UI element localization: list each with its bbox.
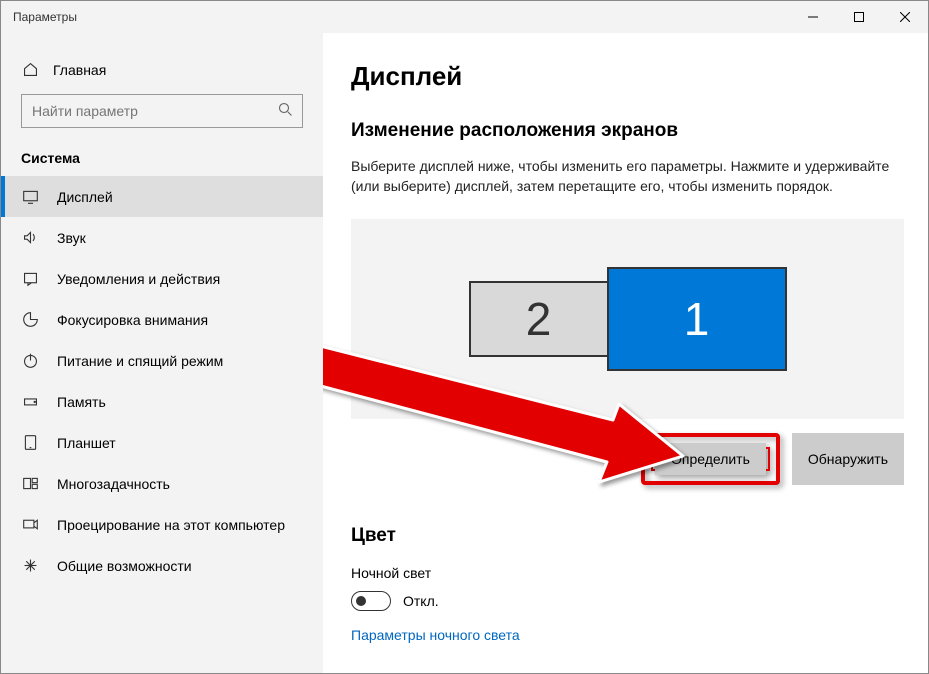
project-icon <box>21 516 39 533</box>
color-heading: Цвет <box>351 525 904 547</box>
sidebar-section-label: Система <box>1 146 323 176</box>
notifications-icon <box>21 270 39 287</box>
sidebar-item-display[interactable]: Дисплей <box>1 176 323 217</box>
arrangement-buttons: Определить Обнаружить <box>351 433 904 485</box>
annotation-highlight: Определить <box>641 433 780 485</box>
titlebar-controls <box>790 1 928 33</box>
sidebar-item-sound[interactable]: Звук <box>1 217 323 258</box>
search-container <box>21 94 303 128</box>
sidebar-home-label: Главная <box>53 62 106 78</box>
display-icon <box>21 188 39 205</box>
sidebar-item-focus[interactable]: Фокусировка внимания <box>1 299 323 340</box>
window-title: Параметры <box>13 10 77 24</box>
minimize-button[interactable] <box>790 1 836 33</box>
sidebar-item-label: Многозадачность <box>57 476 170 492</box>
sidebar-item-tablet[interactable]: Планшет <box>1 422 323 463</box>
monitor-1[interactable]: 1 <box>607 267 787 371</box>
sidebar-item-label: Звук <box>57 230 86 246</box>
home-icon <box>21 61 39 78</box>
sidebar-item-label: Уведомления и действия <box>57 271 220 287</box>
shared-icon <box>21 557 39 574</box>
sidebar-item-label: Питание и спящий режим <box>57 353 223 369</box>
sidebar-home[interactable]: Главная <box>1 53 323 94</box>
sidebar-item-power[interactable]: Питание и спящий режим <box>1 340 323 381</box>
sidebar-item-project[interactable]: Проецирование на этот компьютер <box>1 504 323 545</box>
search-input[interactable] <box>21 94 303 128</box>
titlebar: Параметры <box>1 1 928 33</box>
sidebar-item-label: Проецирование на этот компьютер <box>57 517 285 533</box>
identify-button[interactable]: Определить <box>655 443 766 475</box>
search-icon <box>278 102 293 120</box>
sidebar-item-label: Фокусировка внимания <box>57 312 208 328</box>
focus-icon <box>21 311 39 328</box>
sidebar-item-label: Общие возможности <box>57 558 192 574</box>
main-content: Дисплей Изменение расположения экранов В… <box>323 33 928 673</box>
sidebar-item-label: Дисплей <box>57 189 113 205</box>
night-light-label: Ночной свет <box>351 565 904 581</box>
page-title: Дисплей <box>351 61 904 92</box>
multitask-icon <box>21 475 39 492</box>
sidebar-item-label: Память <box>57 394 106 410</box>
maximize-button[interactable] <box>836 1 882 33</box>
arrange-description: Выберите дисплей ниже, чтобы изменить ег… <box>351 156 904 197</box>
power-icon <box>21 352 39 369</box>
storage-icon <box>21 393 39 410</box>
detect-button[interactable]: Обнаружить <box>792 433 904 485</box>
toggle-state-label: Откл. <box>403 593 439 609</box>
sidebar-nav: Дисплей Звук Уведомления и действия Фоку… <box>1 176 323 586</box>
night-light-settings-link[interactable]: Параметры ночного света <box>351 627 520 643</box>
sidebar: Главная Система Дисплей Звук Уведомления… <box>1 33 323 673</box>
arrange-heading: Изменение расположения экранов <box>351 120 904 142</box>
display-arrangement-area[interactable]: 2 1 <box>351 219 904 419</box>
sidebar-item-label: Планшет <box>57 435 116 451</box>
sound-icon <box>21 229 39 246</box>
monitor-2[interactable]: 2 <box>469 281 609 357</box>
tablet-icon <box>21 434 39 451</box>
night-light-toggle[interactable] <box>351 591 391 611</box>
sidebar-item-multitask[interactable]: Многозадачность <box>1 463 323 504</box>
sidebar-item-storage[interactable]: Память <box>1 381 323 422</box>
sidebar-item-notifications[interactable]: Уведомления и действия <box>1 258 323 299</box>
sidebar-item-shared[interactable]: Общие возможности <box>1 545 323 586</box>
close-button[interactable] <box>882 1 928 33</box>
